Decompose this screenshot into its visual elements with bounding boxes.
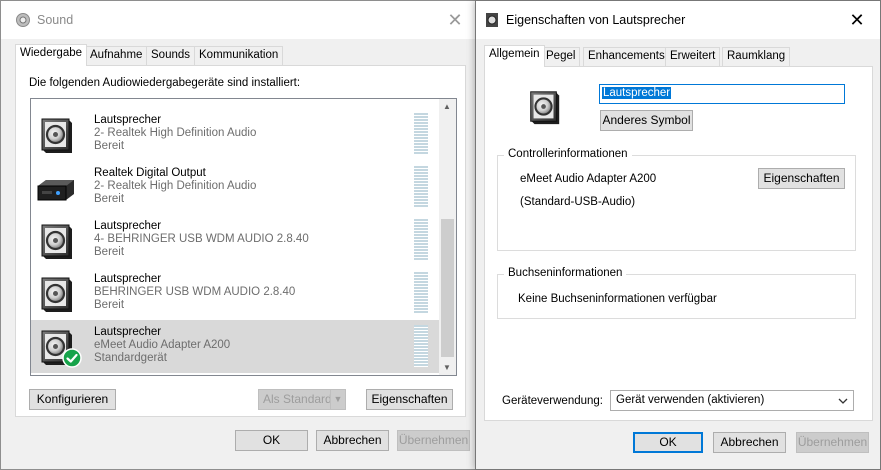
device-usage-label: Geräteverwendung:	[502, 395, 604, 407]
level-meter	[414, 219, 428, 261]
properties-titlebar[interactable]: Eigenschaften von Lautsprecher ✕	[476, 1, 880, 39]
device-name: Lautsprecher	[94, 220, 162, 232]
device-description: eMeet Audio Adapter A200	[94, 339, 231, 351]
sound-titlebar[interactable]: Sound ✕	[1, 1, 478, 39]
speaker-icon	[36, 98, 76, 99]
jack-heading: Buchseninformationen	[504, 267, 627, 279]
device-name: Realtek Digital Output	[94, 167, 206, 179]
device-description: 4- BEHRINGER USB WDM AUDIO 2.8.40	[94, 233, 309, 245]
device-name: Lautsprecher	[94, 273, 162, 285]
device-usage-value: Gerät verwenden (aktivieren)	[616, 394, 765, 406]
level-meter	[414, 166, 428, 208]
apply-button[interactable]: Übernehmen	[397, 430, 470, 451]
controller-driver: (Standard-USB-Audio)	[520, 196, 636, 208]
tab-pegel[interactable]: Pegel	[541, 47, 581, 66]
scroll-up-icon[interactable]: ▲	[443, 102, 451, 111]
controller-name: eMeet Audio Adapter A200	[520, 173, 657, 185]
scroll-down-icon[interactable]: ▼	[443, 363, 451, 372]
device-row[interactable]: Realtek Digital Output 2- Realtek High D…	[31, 161, 440, 214]
apply-button[interactable]: Übernehmen	[796, 432, 869, 453]
device-usage-select[interactable]: Gerät verwenden (aktivieren)	[610, 390, 854, 411]
cancel-button[interactable]: Abbrechen	[713, 432, 786, 453]
properties-window: Eigenschaften von Lautsprecher ✕ Allgeme…	[475, 0, 881, 470]
set-default-label: Als Standard	[263, 392, 332, 406]
window-title: Eigenschaften von Lautsprecher	[506, 13, 686, 27]
tab-erweitert[interactable]: Erweitert	[665, 47, 721, 66]
device-name: Lautsprecher	[94, 114, 162, 126]
chevron-down-icon	[838, 398, 848, 404]
device-status: Bereit	[94, 246, 125, 258]
device-name-value: Lautsprecher	[602, 87, 672, 99]
device-row[interactable]: Lautsprecher BEHRINGER USB WDM AUDIO 2.8…	[31, 267, 440, 320]
general-panel: Lautsprecher Anderes Symbol Controllerin…	[484, 66, 873, 421]
configure-button[interactable]: Konfigurieren	[29, 389, 116, 410]
cancel-button[interactable]: Abbrechen	[316, 430, 389, 451]
intro-text: Die folgenden Audiowiedergabegeräte sind…	[29, 77, 301, 89]
device-description: 2- Realtek High Definition Audio	[94, 180, 257, 192]
close-icon[interactable]: ✕	[834, 1, 880, 39]
device-status: Bereit	[94, 299, 125, 311]
controller-heading: Controllerinformationen	[504, 148, 632, 160]
speaker-icon	[36, 274, 76, 314]
change-icon-button[interactable]: Anderes Symbol	[600, 110, 693, 131]
list-scrollbar[interactable]: ▲ ▼	[439, 99, 456, 375]
tab-wiedergabe[interactable]: Wiedergabe	[15, 44, 88, 66]
ok-button[interactable]: OK	[235, 430, 308, 451]
properties-button[interactable]: Eigenschaften	[366, 389, 453, 410]
digital-output-icon	[37, 180, 74, 201]
sound-tabs: Wiedergabe Aufnahme Sounds Kommunikation	[1, 44, 478, 66]
device-row-selected[interactable]: Lautsprecher eMeet Audio Adapter A200 St…	[31, 320, 440, 373]
speaker-icon	[525, 85, 563, 129]
device-name: Lautsprecher	[94, 326, 162, 338]
jack-info-text: Keine Buchseninformationen verfügbar	[518, 293, 717, 305]
default-check-icon	[62, 348, 82, 368]
tab-aufnahme[interactable]: Aufnahme	[85, 46, 148, 65]
set-default-button[interactable]: Als Standard ▼	[258, 389, 346, 410]
chevron-down-icon[interactable]: ▼	[330, 390, 345, 409]
speaker-app-icon	[486, 13, 498, 27]
tab-kommunikation[interactable]: Kommunikation	[194, 46, 284, 65]
device-status: Standardgerät	[94, 352, 167, 364]
level-meter	[414, 272, 428, 314]
scroll-thumb[interactable]	[441, 219, 454, 357]
device-status: Bereit	[94, 140, 125, 152]
device-description: BEHRINGER USB WDM AUDIO 2.8.40	[94, 286, 296, 298]
speaker-icon	[36, 115, 76, 155]
device-description: 2- Realtek High Definition Audio	[94, 127, 257, 139]
tab-sounds[interactable]: Sounds	[146, 46, 196, 65]
level-meter	[414, 325, 428, 367]
device-row[interactable]: Lautsprecher 2- Realtek High Definition …	[31, 108, 440, 161]
speaker-app-icon	[16, 13, 30, 27]
controller-group: Controllerinformationen eMeet Audio Adap…	[497, 148, 856, 251]
properties-tabs: Allgemein Pegel Enhancements Erweitert R…	[476, 45, 880, 67]
sound-window: Sound ✕ Wiedergabe Aufnahme Sounds Kommu…	[0, 0, 479, 470]
list-item-partial[interactable]	[31, 98, 440, 105]
controller-properties-button[interactable]: Eigenschaften	[758, 168, 845, 189]
speaker-icon	[36, 221, 76, 261]
device-name-input[interactable]: Lautsprecher	[599, 84, 845, 104]
device-status: Bereit	[94, 193, 125, 205]
ok-button[interactable]: OK	[633, 432, 703, 453]
device-row[interactable]: Lautsprecher 4- BEHRINGER USB WDM AUDIO …	[31, 214, 440, 267]
jack-group: Buchseninformationen Keine Buchseninform…	[497, 267, 856, 319]
tab-raumklang[interactable]: Raumklang	[722, 47, 791, 66]
level-meter	[414, 113, 428, 155]
close-icon[interactable]: ✕	[432, 1, 478, 39]
device-list[interactable]: Lautsprecher 2- Realtek High Definition …	[30, 98, 457, 376]
tab-enhancements[interactable]: Enhancements	[583, 47, 670, 66]
tab-allgemein[interactable]: Allgemein	[484, 45, 545, 67]
window-title: Sound	[37, 13, 74, 27]
